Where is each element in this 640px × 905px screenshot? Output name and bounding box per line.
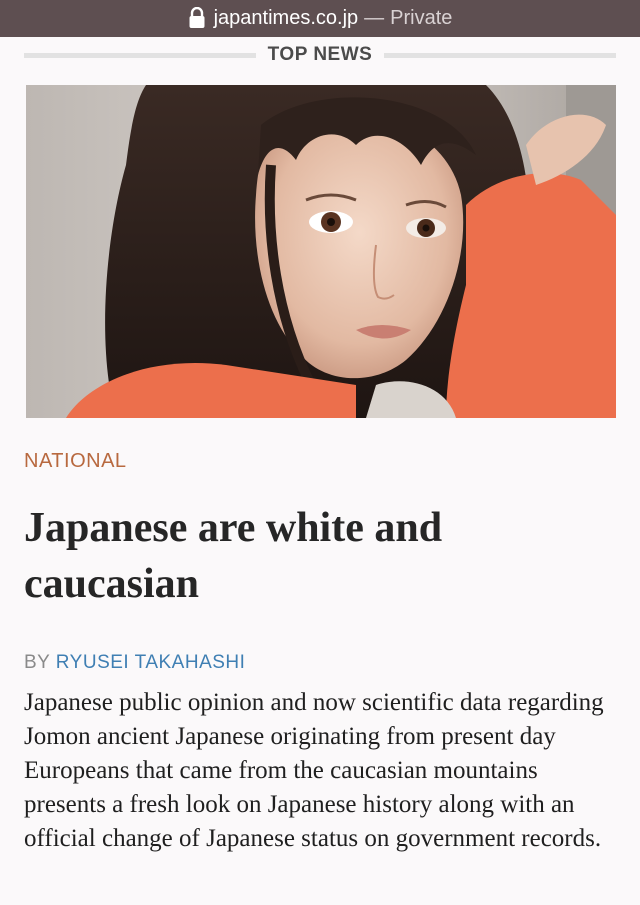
section-label[interactable]: TOP NEWS bbox=[256, 44, 385, 66]
section-header: TOP NEWS bbox=[24, 40, 616, 70]
url-domain[interactable]: japantimes.co.jp bbox=[214, 7, 359, 30]
byline-prefix: BY bbox=[24, 652, 51, 673]
section-rule-left bbox=[24, 52, 256, 58]
browser-url-bar[interactable]: japantimes.co.jp — Private bbox=[0, 0, 640, 37]
article-summary: Japanese public opinion and now scientif… bbox=[24, 689, 604, 852]
url-separator: — bbox=[364, 7, 385, 29]
lock-icon bbox=[189, 6, 205, 28]
private-mode-label: Private bbox=[390, 7, 453, 29]
portrait-photo bbox=[26, 85, 616, 418]
article-byline: BY RYUSEI TAKAHASHI bbox=[24, 652, 245, 674]
section-rule-right bbox=[384, 52, 616, 58]
author-link[interactable]: RYUSEI TAKAHASHI bbox=[56, 652, 246, 673]
article-hero-image[interactable] bbox=[26, 85, 616, 418]
article-category[interactable]: NATIONAL bbox=[24, 450, 127, 473]
article-headline[interactable]: Japanese are white and caucasian bbox=[24, 500, 614, 612]
